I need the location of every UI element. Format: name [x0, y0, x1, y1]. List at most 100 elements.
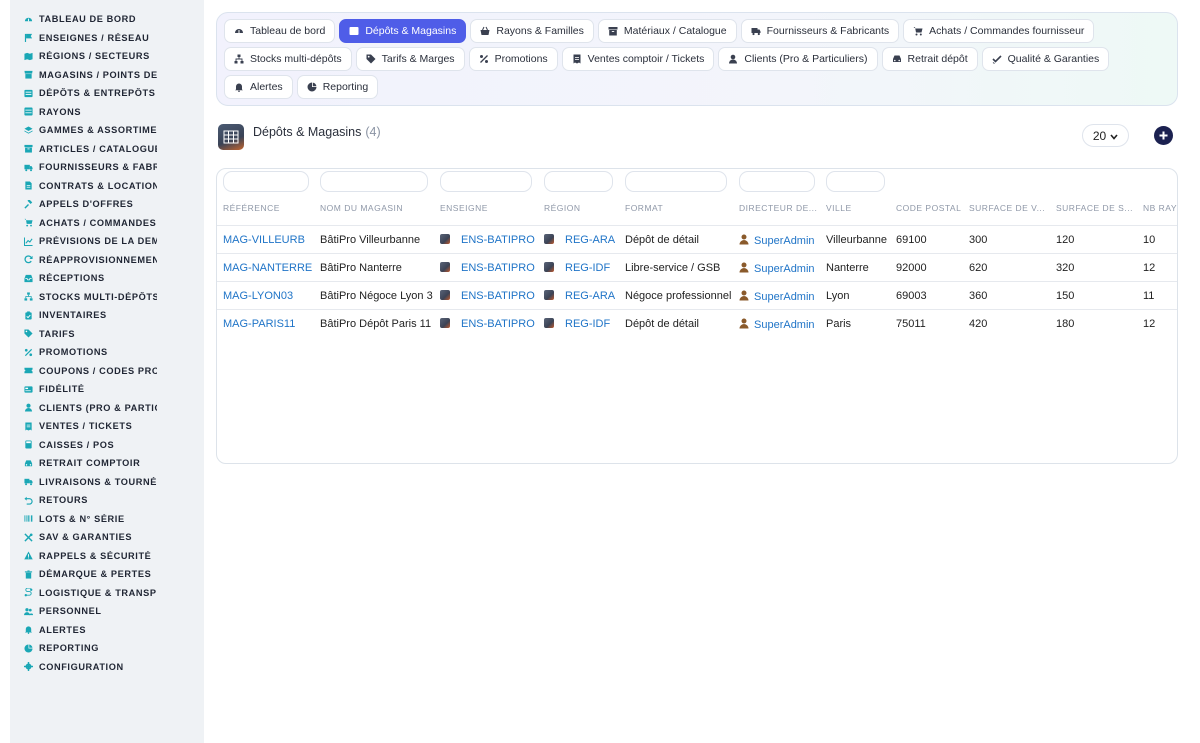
module-tab[interactable]: Qualité & Garanties — [981, 47, 1110, 71]
brand-link[interactable]: ENS-BATIPRO — [440, 318, 535, 330]
column-header[interactable]: SURFACE DE S... — [1056, 203, 1133, 213]
table-row[interactable]: MAG-VILLEURB BâtiPro Villeurbanne ENS-BATI… — [217, 225, 1177, 253]
sidebar-item[interactable]: PROMOTIONS — [10, 343, 204, 362]
sidebar-item[interactable]: TARIFS — [10, 325, 204, 344]
table-row[interactable]: MAG-PARIS11 BâtiPro Dépôt Paris 11 ENS-BAT… — [217, 309, 1177, 337]
sidebar-item[interactable]: GAMMES & ASSORTIMENT — [10, 121, 204, 140]
column-header[interactable]: SURFACE DE V... — [969, 203, 1045, 213]
sidebar-item[interactable]: LOTS & N° SÉRIE — [10, 510, 204, 529]
sidebar-item[interactable]: DÉMARQUE & PERTES — [10, 565, 204, 584]
sidebar-item[interactable]: RÉCEPTIONS — [10, 269, 204, 288]
sidebar-item[interactable]: CLIENTS (PRO & PARTICU — [10, 399, 204, 418]
sidebar-item[interactable]: LOGISTIQUE & TRANSPO — [10, 584, 204, 603]
table-cell: BâtiPro Villeurbanne — [320, 234, 421, 246]
region-link[interactable]: REG-ARA — [544, 290, 615, 302]
reference-link[interactable]: MAG-NANTERRE — [223, 262, 312, 274]
sidebar-item[interactable]: CONFIGURATION — [10, 658, 204, 677]
page-size-select[interactable]: 20 — [1082, 124, 1129, 147]
module-tab[interactable]: Dépôts & Magasins — [339, 19, 467, 43]
sidebar-item[interactable]: RÉGIONS / SECTEURS — [10, 47, 204, 66]
column-header[interactable]: NB RAYO — [1143, 203, 1177, 213]
reference-link[interactable]: MAG-PARIS11 — [223, 318, 295, 330]
sidebar-item[interactable]: STOCKS MULTI-DÉPÔTS — [10, 288, 204, 307]
sidebar-item[interactable]: ARTICLES / CATALOGUE — [10, 140, 204, 159]
module-tab[interactable]: Retrait dépôt — [881, 47, 978, 71]
reference-link[interactable]: MAG-LYON03 — [223, 290, 293, 302]
module-tab[interactable]: Alertes — [224, 75, 293, 99]
add-record-button[interactable] — [1154, 126, 1173, 145]
column-header[interactable]: RÉGION — [544, 203, 581, 213]
column-header[interactable]: NOM DU MAGASIN — [320, 203, 403, 213]
sidebar-item[interactable]: RAYONS — [10, 103, 204, 122]
column-header[interactable]: ENSEIGNE — [440, 203, 488, 213]
module-tab[interactable]: Ventes comptoir / Tickets — [561, 47, 715, 71]
brand-link[interactable]: ENS-BATIPRO — [440, 234, 535, 246]
sidebar-item[interactable]: COUPONS / CODES PROM — [10, 362, 204, 381]
sidebar-item[interactable]: PERSONNEL — [10, 602, 204, 621]
module-tab[interactable]: Promotions — [468, 47, 558, 71]
sidebar-item[interactable]: REPORTING — [10, 639, 204, 658]
manager-link[interactable]: SuperAdmin — [739, 234, 815, 247]
region-link[interactable]: REG-ARA — [544, 234, 615, 246]
sidebar-item[interactable]: RETOURS — [10, 491, 204, 510]
module-tab[interactable]: Rayons & Familles — [470, 19, 594, 43]
sidebar-item[interactable]: ENSEIGNES / RÉSEAU — [10, 29, 204, 48]
column-header[interactable]: VILLE — [826, 203, 852, 213]
column-header[interactable]: FORMAT — [625, 203, 663, 213]
region-link[interactable]: REG-IDF — [544, 318, 610, 330]
module-tab[interactable]: Fournisseurs & Fabricants — [740, 19, 900, 43]
column-filter-input[interactable] — [544, 171, 613, 192]
column-filter-input[interactable] — [739, 171, 815, 192]
sidebar-item[interactable]: APPELS D'OFFRES — [10, 195, 204, 214]
check-icon — [992, 54, 1002, 64]
column-filter-input[interactable] — [826, 171, 885, 192]
column-header[interactable]: RÉFÉRENCE — [223, 203, 280, 213]
sidebar-item-label: ACHATS / COMMANDES F — [39, 217, 157, 228]
brand-link[interactable]: ENS-BATIPRO — [440, 262, 535, 274]
sidebar-item[interactable]: FIDÉLITÉ — [10, 380, 204, 399]
sidebar-item[interactable]: CAISSES / POS — [10, 436, 204, 455]
cart-icon — [24, 218, 33, 227]
table-row[interactable]: MAG-LYON03 BâtiPro Négoce Lyon 3 ENS-BATIP… — [217, 281, 1177, 309]
column-header[interactable]: DIRECTEUR DE... — [739, 203, 817, 213]
sidebar-item-label: LOGISTIQUE & TRANSPO — [39, 587, 157, 598]
tab-label: Tarifs & Marges — [381, 53, 455, 65]
table-row[interactable]: MAG-NANTERRE BâtiPro Nanterre ENS-BATIPRO R… — [217, 253, 1177, 281]
sidebar-item[interactable]: LIVRAISONS & TOURNÉES — [10, 473, 204, 492]
column-filter-input[interactable] — [440, 171, 532, 192]
module-tab[interactable]: Matériaux / Catalogue — [597, 19, 737, 43]
sidebar-item[interactable]: FOURNISSEURS & FABRI( — [10, 158, 204, 177]
sidebar-item[interactable]: ALERTES — [10, 621, 204, 640]
sidebar-item[interactable]: CONTRATS & LOCATION — [10, 177, 204, 196]
sidebar-item[interactable]: MAGASINS / POINTS DE V — [10, 66, 204, 85]
tag-icon — [366, 54, 376, 64]
manager-link[interactable]: SuperAdmin — [739, 262, 815, 275]
sidebar-item[interactable]: RETRAIT COMPTOIR — [10, 454, 204, 473]
column-filter-input[interactable] — [625, 171, 727, 192]
module-tab[interactable]: Achats / Commandes fournisseur — [903, 19, 1095, 43]
module-tab[interactable]: Reporting — [296, 75, 379, 99]
manager-link[interactable]: SuperAdmin — [739, 318, 815, 331]
module-tab[interactable]: Tableau de bord — [224, 19, 336, 43]
table-cell: Lyon — [826, 290, 850, 302]
manager-link[interactable]: SuperAdmin — [739, 290, 815, 303]
brand-link[interactable]: ENS-BATIPRO — [440, 290, 535, 302]
sidebar-item[interactable]: DÉPÔTS & ENTREPÔTS — [10, 84, 204, 103]
column-filter-input[interactable] — [223, 171, 309, 192]
sidebar-item[interactable]: SAV & GARANTIES — [10, 528, 204, 547]
sidebar-item[interactable]: ACHATS / COMMANDES F — [10, 214, 204, 233]
module-tab[interactable]: Clients (Pro & Particuliers) — [718, 47, 878, 71]
column-header[interactable]: CODE POSTAL — [896, 203, 961, 213]
sidebar-item[interactable]: RÉAPPROVISIONNEMENT — [10, 251, 204, 270]
module-tab[interactable]: Stocks multi-dépôts — [224, 47, 352, 71]
column-filter-input[interactable] — [320, 171, 428, 192]
sidebar-item[interactable]: TABLEAU DE BORD — [10, 10, 204, 29]
reference-link[interactable]: MAG-VILLEURB — [223, 234, 305, 246]
sidebar-item[interactable]: PRÉVISIONS DE LA DEMA — [10, 232, 204, 251]
sidebar-item[interactable]: VENTES / TICKETS — [10, 417, 204, 436]
receipt-icon — [24, 422, 33, 431]
region-link[interactable]: REG-IDF — [544, 262, 610, 274]
sidebar-item[interactable]: INVENTAIRES — [10, 306, 204, 325]
module-tab[interactable]: Tarifs & Marges — [355, 47, 465, 71]
sidebar-item[interactable]: RAPPELS & SÉCURITÉ — [10, 547, 204, 566]
